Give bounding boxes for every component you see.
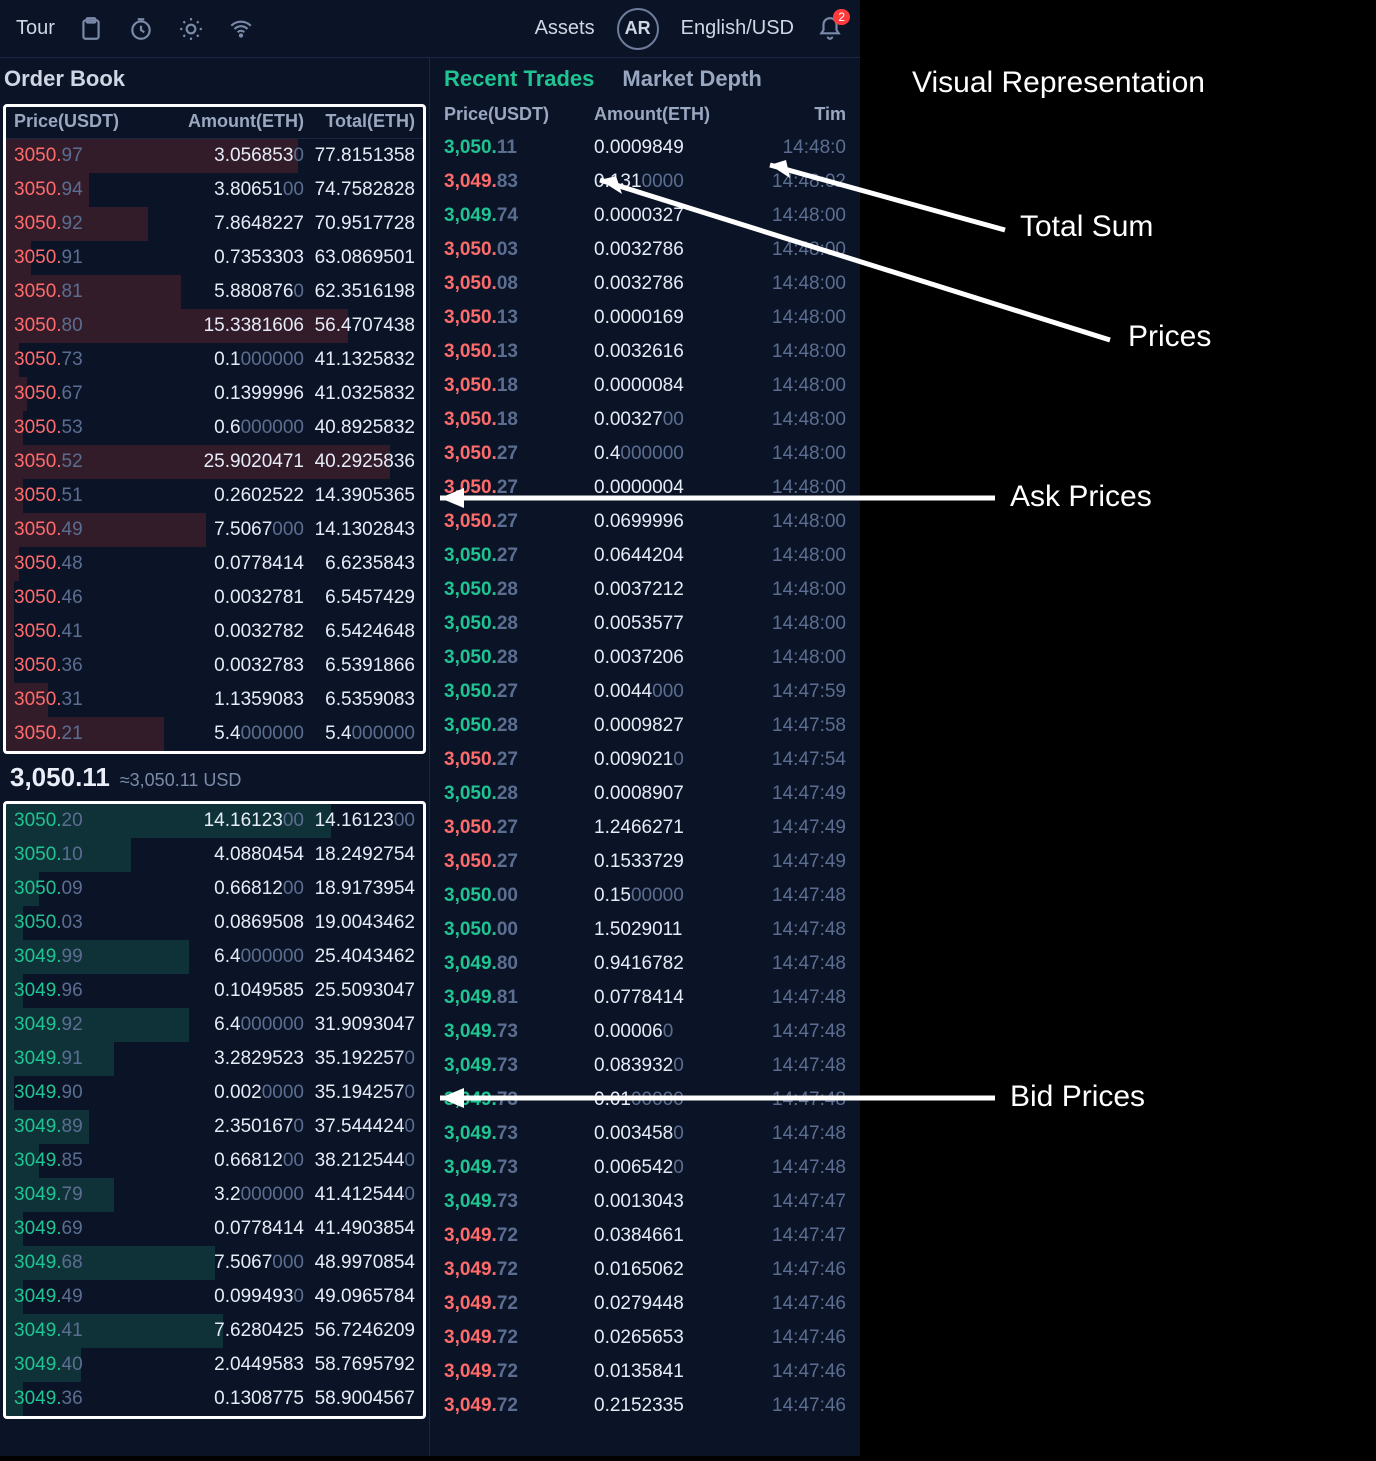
ask-row[interactable]: 3050.49 7.5067000 14.1302843 <box>6 513 423 547</box>
bid-row[interactable]: 3049.92 6.4000000 31.9093047 <box>6 1008 423 1042</box>
ask-row[interactable]: 3050.31 1.1359083 6.5359083 <box>6 683 423 717</box>
ask-row[interactable]: 3050.51 0.2602522 14.3905365 <box>6 479 423 513</box>
ask-row[interactable]: 3050.80 15.3381606 56.4707438 <box>6 309 423 343</box>
bid-row[interactable]: 3049.49 0.0994930 49.0965784 <box>6 1280 423 1314</box>
bid-row[interactable]: 3050.10 4.0880454 18.2492754 <box>6 838 423 872</box>
bid-row[interactable]: 3049.40 2.0449583 58.7695792 <box>6 1348 423 1382</box>
bid-row[interactable]: 3049.99 6.4000000 25.4043462 <box>6 940 423 974</box>
ask-row[interactable]: 3050.41 0.0032782 6.5424648 <box>6 615 423 649</box>
ask-row[interactable]: 3050.97 3.0568530 77.8151358 <box>6 139 423 173</box>
ask-row[interactable]: 3050.46 0.0032781 6.5457429 <box>6 581 423 615</box>
ask-row[interactable]: 3050.94 3.8065100 74.7582828 <box>6 173 423 207</box>
ask-row[interactable]: 3050.52 25.9020471 40.2925836 <box>6 445 423 479</box>
bid-row[interactable]: 3050.20 14.1612300 14.1612300 <box>6 804 423 838</box>
ask-row[interactable]: 3050.48 0.0778414 6.6235843 <box>6 547 423 581</box>
bid-row[interactable]: 3049.85 0.6681200 38.2125440 <box>6 1144 423 1178</box>
ask-row[interactable]: 3050.21 5.4000000 5.4000000 <box>6 717 423 751</box>
bid-row[interactable]: 3050.03 0.0869508 19.0043462 <box>6 906 423 940</box>
bid-row[interactable]: 3049.68 7.5067000 48.9970854 <box>6 1246 423 1280</box>
bid-row[interactable]: 3049.79 3.2000000 41.4125440 <box>6 1178 423 1212</box>
ask-row[interactable]: 3050.36 0.0032783 6.5391866 <box>6 649 423 683</box>
ask-row[interactable]: 3050.81 5.8808760 62.3516198 <box>6 275 423 309</box>
ask-row[interactable]: 3050.73 0.1000000 41.1325832 <box>6 343 423 377</box>
bid-row[interactable]: 3050.09 0.6681200 18.9173954 <box>6 872 423 906</box>
bid-row[interactable]: 3049.89 2.3501670 37.5444240 <box>6 1110 423 1144</box>
bid-row[interactable]: 3049.69 0.0778414 41.4903854 <box>6 1212 423 1246</box>
bid-row[interactable]: 3049.90 0.0020000 35.1942570 <box>6 1076 423 1110</box>
bid-row[interactable]: 3049.91 3.2829523 35.1922570 <box>6 1042 423 1076</box>
orderbook-asks-box: Price(USDT) Amount(ETH) Total(ETH) 3050.… <box>3 104 426 754</box>
ask-row[interactable]: 3050.91 0.7353303 63.0869501 <box>6 241 423 275</box>
bid-row[interactable]: 3049.36 0.1308775 58.9004567 <box>6 1382 423 1416</box>
bid-row[interactable]: 3049.96 0.1049585 25.5093047 <box>6 974 423 1008</box>
ask-row[interactable]: 3050.67 0.1399996 41.0325832 <box>6 377 423 411</box>
bid-row[interactable]: 3049.41 7.6280425 56.7246209 <box>6 1314 423 1348</box>
ask-row[interactable]: 3050.92 7.8648227 70.9517728 <box>6 207 423 241</box>
ask-row[interactable]: 3050.53 0.6000000 40.8925832 <box>6 411 423 445</box>
